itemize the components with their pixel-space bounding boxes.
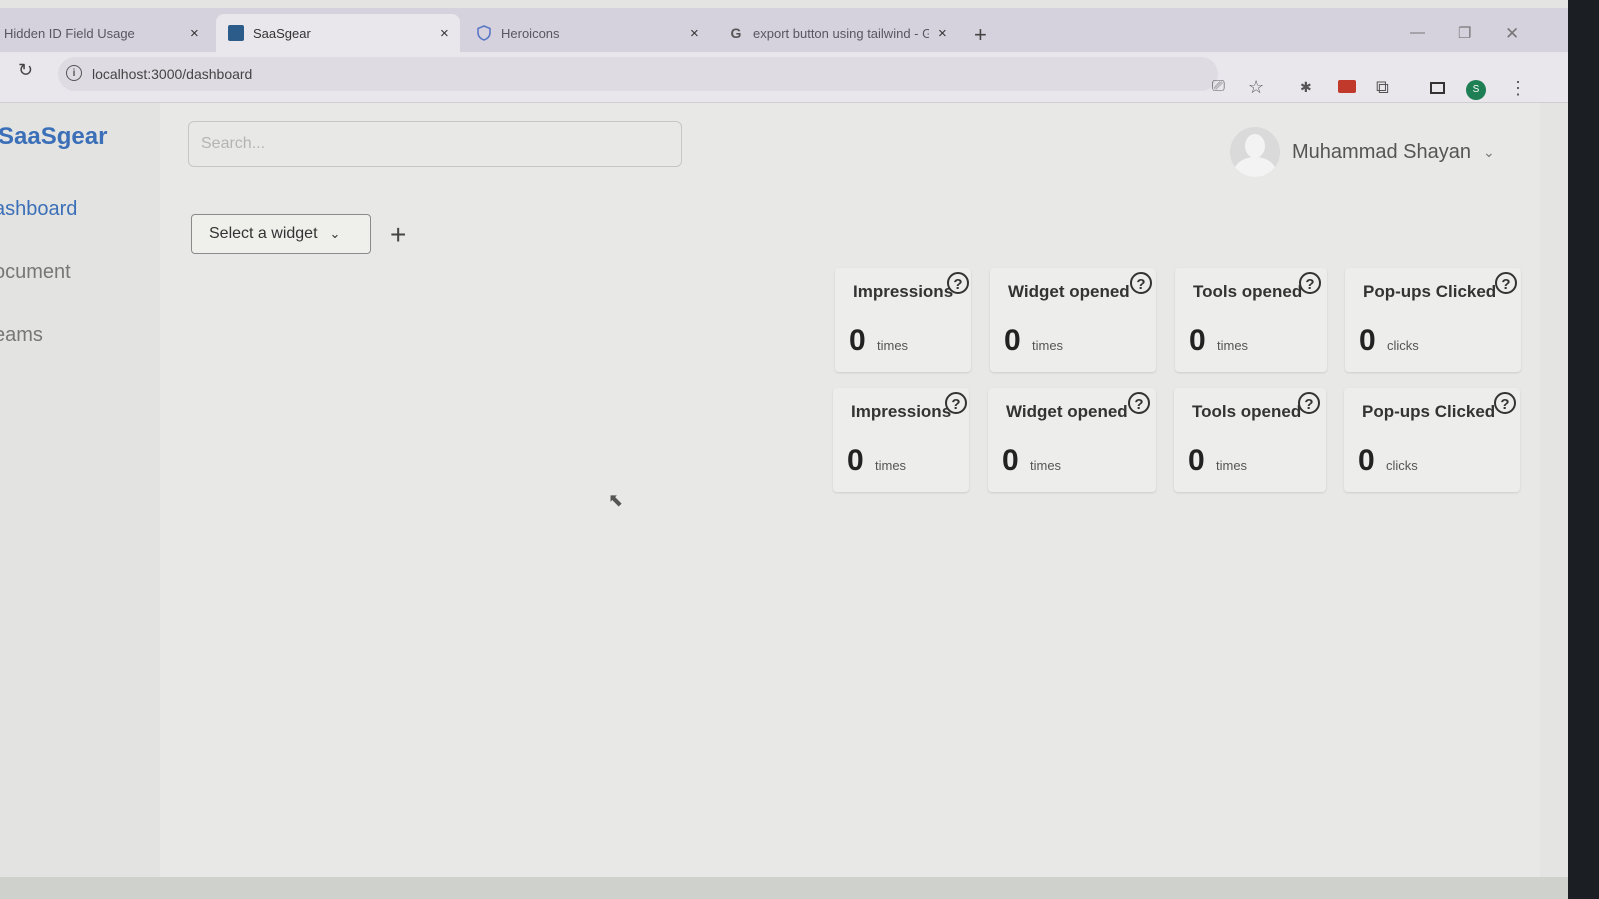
help-icon[interactable]: ? [1128,392,1150,414]
close-icon[interactable]: × [190,25,199,42]
stat-card: Widget opened? 0 times [988,388,1156,492]
bug-extension-icon[interactable]: ✱ [1300,79,1312,96]
tab-title: Hidden ID Field Usage [4,25,135,41]
stat-unit: times [1032,338,1064,353]
stat-unit: clicks [1387,338,1419,353]
mouse-cursor-icon: ⬉ [608,490,624,510]
chevron-down-icon: ⌄ [1482,143,1495,160]
help-icon[interactable]: ? [1298,392,1320,414]
help-icon[interactable]: ? [947,272,969,294]
help-icon[interactable]: ? [1299,272,1321,294]
sidebar-item-teams[interactable]: eams [0,324,43,347]
tab-heroicons[interactable]: Heroicons × [466,14,716,52]
site-info-icon[interactable]: i [66,65,82,81]
sidebar-item-dashboard[interactable]: ashboard [0,198,77,221]
tab-export-button-search[interactable]: G export button using tailwind - G × [722,14,960,52]
browser-tab-strip: Hidden ID Field Usage × SaaSgear × Heroi… [0,8,1568,52]
stat-title: Widget opened [1006,402,1128,421]
stat-unit: times [877,338,909,353]
minimize-icon[interactable]: — [1410,24,1425,41]
help-icon[interactable]: ? [945,392,967,414]
logo[interactable]: SaaSgear [0,123,107,151]
screen: Hidden ID Field Usage × SaaSgear × Heroi… [0,0,1568,899]
help-icon[interactable]: ? [1130,272,1152,294]
stat-value: 0 [1189,324,1206,357]
stat-title: Impressions [851,402,952,421]
address-bar[interactable]: i localhost:3000/dashboard [58,57,1218,91]
side-panel-icon[interactable] [1430,82,1445,94]
stat-value: 0 [1358,444,1375,477]
help-icon[interactable]: ? [1495,272,1517,294]
heroicons-favicon-icon [476,25,492,41]
stat-value: 0 [847,444,864,477]
stat-card: Tools opened? 0 times [1175,268,1327,372]
stat-card: Widget opened? 0 times [990,268,1156,372]
profile-icon[interactable]: S [1466,80,1486,100]
stat-card: Pop-ups Clicked? 0 clicks [1345,268,1521,372]
extension-icon[interactable] [1338,80,1356,93]
tab-title: export button using tailwind - G [753,25,929,41]
browser-toolbar: ↻ i localhost:3000/dashboard ⎚ ☆ ✱ ⧉ S ⋮ [0,52,1568,103]
sidebar: SaaSgear ashboard ocument eams [0,103,160,899]
stat-card: Impressions? 0 times [835,268,971,372]
saasgear-favicon-icon [228,25,244,41]
stat-title: Pop-ups Clicked [1362,402,1496,421]
tab-hidden-id-field-usage[interactable]: Hidden ID Field Usage × [0,14,212,52]
stat-card: Pop-ups Clicked? 0 clicks [1344,388,1520,492]
stat-title: Tools opened [1193,282,1303,301]
stat-value: 0 [1004,324,1021,357]
stat-card: Impressions? 0 times [833,388,969,492]
widget-select[interactable]: Select a widget ⌄ [191,214,371,254]
user-name: Muhammad Shayan [1292,140,1471,163]
stat-card: Tools opened? 0 times [1174,388,1326,492]
menu-icon[interactable]: ⋮ [1509,78,1527,99]
reload-icon[interactable]: ↻ [18,60,33,81]
sidebar-item-documents[interactable]: ocument [0,261,71,284]
add-widget-button[interactable]: + [390,221,406,249]
search-input[interactable] [188,121,682,167]
stat-value: 0 [1188,444,1205,477]
stat-unit: times [875,458,907,473]
url-text: localhost:3000/dashboard [92,66,253,82]
puzzle-icon[interactable]: ⧉ [1376,77,1389,98]
close-icon[interactable]: × [938,25,947,42]
google-favicon-icon: G [730,25,742,41]
stat-value: 0 [1002,444,1019,477]
stat-unit: times [1217,338,1249,353]
tab-title: Heroicons [501,25,560,41]
cast-icon[interactable]: ⎚ [1212,78,1225,96]
stat-title: Impressions [853,282,954,301]
taskbar-edge [0,877,1568,899]
window-close-icon[interactable]: ✕ [1505,24,1519,44]
tab-title: SaaSgear [253,25,311,41]
restore-icon[interactable]: ❐ [1458,24,1471,42]
help-icon[interactable]: ? [1494,392,1516,414]
close-icon[interactable]: × [440,25,449,42]
stat-value: 0 [1359,324,1376,357]
tab-saasgear[interactable]: SaaSgear × [216,14,460,52]
stat-value: 0 [849,324,866,357]
app: SaaSgear ashboard ocument eams Muhammad … [0,103,1540,899]
stat-unit: clicks [1386,458,1418,473]
stat-title: Pop-ups Clicked [1363,282,1497,301]
stat-title: Tools opened [1192,402,1302,421]
avatar [1230,127,1280,177]
widget-select-label: Select a widget [209,225,318,242]
user-menu[interactable]: Muhammad Shayan ⌄ [1230,127,1495,177]
stat-unit: times [1030,458,1062,473]
stat-title: Widget opened [1008,282,1130,301]
stat-unit: times [1216,458,1248,473]
close-icon[interactable]: × [690,25,699,42]
new-tab-button[interactable]: + [974,22,987,48]
bookmark-star-icon[interactable]: ☆ [1248,77,1264,98]
chevron-down-icon: ⌄ [329,226,341,241]
